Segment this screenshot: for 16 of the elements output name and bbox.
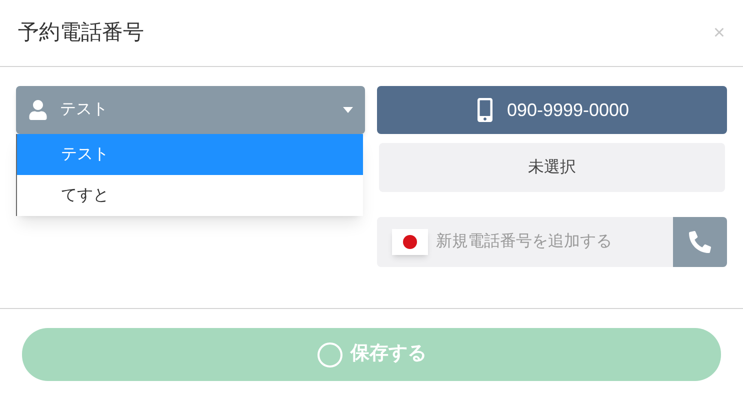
dropdown-option[interactable]: てすと — [17, 175, 363, 216]
close-button[interactable]: × — [713, 23, 725, 43]
person-icon — [28, 100, 48, 120]
caret-icon — [343, 107, 353, 113]
new-phone-field[interactable]: 新規電話番号を追加する — [377, 217, 727, 267]
circle-icon — [316, 342, 342, 368]
mobile-phone-icon — [474, 98, 495, 122]
dialog-title: 予約電話番号 — [18, 20, 144, 46]
call-button[interactable] — [673, 217, 727, 267]
dropdown-option[interactable]: テスト — [17, 134, 363, 175]
flag-icon — [392, 229, 428, 255]
unselected-button[interactable]: 未選択 — [379, 143, 725, 192]
phone-icon — [689, 231, 711, 253]
contact-select[interactable]: テスト — [16, 86, 365, 134]
phone-number-button[interactable]: 090-9999-0000 — [377, 86, 727, 134]
phone-number-input[interactable]: 新規電話番号を追加する — [428, 230, 673, 254]
